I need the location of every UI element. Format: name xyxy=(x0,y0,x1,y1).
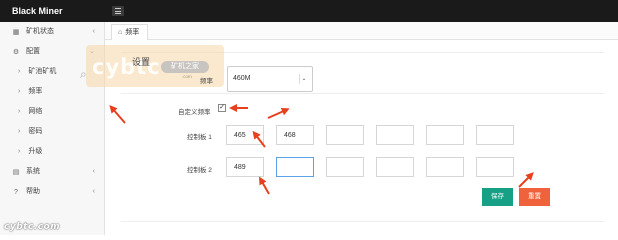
chevron-right-icon: › xyxy=(18,68,21,75)
chevron-left-icon: ‹ xyxy=(92,168,95,175)
chevron-left-icon: ‹ xyxy=(92,28,95,35)
sidebar-item-label: 系统 xyxy=(26,168,40,175)
sidebar-item-label: 密码 xyxy=(28,128,43,135)
chevron-right-icon: › xyxy=(18,148,21,155)
frequency-value: 460M xyxy=(233,75,251,82)
menu-toggle-icon[interactable] xyxy=(112,6,124,16)
chevron-right-icon: › xyxy=(18,108,21,115)
tab-bar: ⌂ 频率 xyxy=(105,22,618,40)
board-1-freq-2-input[interactable] xyxy=(276,125,314,145)
sidebar-item-label: 矿池矿机 xyxy=(28,68,57,75)
home-icon: ⌂ xyxy=(118,29,123,36)
sidebar-item-upgrade[interactable]: › 升级 xyxy=(0,142,104,162)
board-2-freq-4-input[interactable] xyxy=(376,157,414,177)
frequency-label: 频率 xyxy=(200,78,213,85)
sidebar-item-label: 帮助 xyxy=(26,188,40,195)
sidebar-item-label: 升级 xyxy=(28,148,43,155)
board-2-freq-1-input[interactable] xyxy=(226,157,264,177)
top-bar: Black Miner xyxy=(0,0,618,22)
sidebar-item-label: 频率 xyxy=(28,88,43,95)
custom-frequency-label: 自定义频率 xyxy=(178,109,211,116)
watermark-sub: .com xyxy=(182,74,192,79)
tab-frequency[interactable]: ⌂ 频率 xyxy=(111,24,149,40)
watermark-footer: cybtc.com xyxy=(4,222,61,232)
sidebar-item-network[interactable]: › 网络 xyxy=(0,102,104,122)
divider xyxy=(121,93,604,94)
board-1-freq-3-input[interactable] xyxy=(326,125,364,145)
form-title: 设置 xyxy=(132,57,151,67)
reset-button[interactable]: 重置 xyxy=(519,188,550,206)
board-2-freq-5-input[interactable] xyxy=(426,157,464,177)
watermark-tag: 矿机之家 xyxy=(161,61,209,73)
board-1-freq-4-input[interactable] xyxy=(376,125,414,145)
sidebar-item-miner-status[interactable]: ▦ 矿机状态 ‹ xyxy=(0,22,104,42)
document-icon: ▤ xyxy=(12,169,20,176)
grid-icon: ▦ xyxy=(12,29,20,36)
board-1-freq-6-input[interactable] xyxy=(476,125,514,145)
sidebar-item-help[interactable]: ? 帮助 ‹ xyxy=(0,182,104,202)
sidebar-item-password[interactable]: › 密码 xyxy=(0,122,104,142)
chevron-down-icon: ⌄ xyxy=(299,74,308,84)
help-icon: ? xyxy=(14,189,18,196)
save-button[interactable]: 保存 xyxy=(482,188,513,206)
board-2-label: 控制板 2 xyxy=(187,167,212,174)
board-2-freq-2-input[interactable] xyxy=(276,157,314,177)
board-1-freq-5-input[interactable] xyxy=(426,125,464,145)
frequency-select[interactable]: 460M ⌄ xyxy=(227,66,313,92)
gear-icon: ⚙ xyxy=(12,49,20,56)
sidebar-item-label: 矿机状态 xyxy=(26,28,54,35)
chevron-left-icon: ‹ xyxy=(92,188,95,195)
custom-frequency-checkbox[interactable]: ✓ xyxy=(218,104,226,112)
board-1-label: 控制板 1 xyxy=(187,134,212,141)
sidebar-item-label: 网络 xyxy=(28,108,43,115)
board-1-freq-1-input[interactable] xyxy=(226,125,264,145)
tab-label: 频率 xyxy=(125,29,140,36)
app-title: Black Miner xyxy=(12,6,63,16)
chevron-right-icon: › xyxy=(18,128,21,135)
watermark-text: cybtc xyxy=(92,55,161,79)
chevron-right-icon: › xyxy=(18,88,21,95)
sidebar-item-system[interactable]: ▤ 系统 ‹ xyxy=(0,162,104,182)
magnifier-icon: ⌕ xyxy=(80,67,87,81)
board-2-freq-3-input[interactable] xyxy=(326,157,364,177)
board-2-freq-6-input[interactable] xyxy=(476,157,514,177)
sidebar-item-label: 配置 xyxy=(26,48,40,55)
